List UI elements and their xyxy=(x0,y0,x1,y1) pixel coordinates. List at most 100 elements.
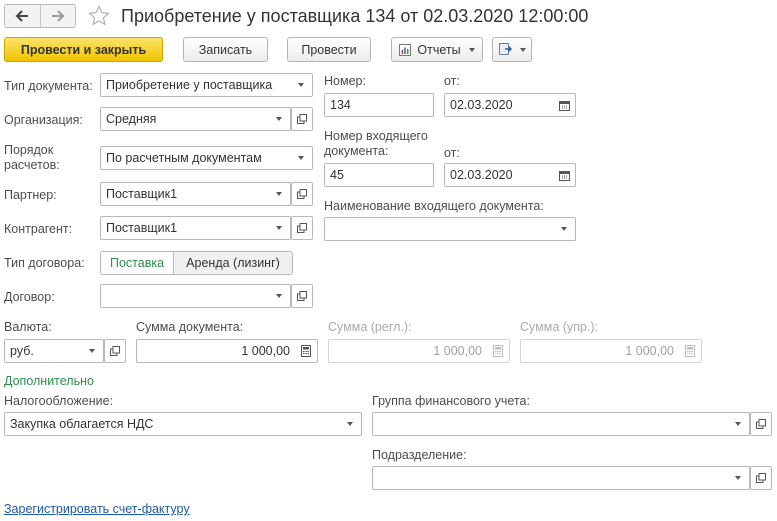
incoming-name-label: Наименование входящего документа: xyxy=(324,199,544,213)
calendar-button[interactable] xyxy=(553,164,575,186)
post-and-close-button[interactable]: Провести и закрыть xyxy=(4,37,163,62)
chevron-down-icon xyxy=(276,117,282,121)
settlement-label: Порядок расчетов: xyxy=(4,143,60,172)
department-label: Подразделение: xyxy=(372,448,467,462)
save-button[interactable]: Записать xyxy=(183,37,268,62)
incoming-name-field[interactable] xyxy=(324,217,576,241)
sum-upr-value: 1 000,00 xyxy=(625,344,674,358)
chevron-down-icon xyxy=(276,294,282,298)
calculator-button[interactable] xyxy=(295,340,317,362)
contract-type-option-supply[interactable]: Поставка xyxy=(101,252,174,274)
currency-field[interactable]: руб. xyxy=(4,339,104,363)
settlement-dropdown[interactable] xyxy=(290,147,312,169)
counterparty-field[interactable]: Поставщик1 xyxy=(100,216,291,240)
counterparty-label: Контрагент: xyxy=(4,222,73,236)
currency-value: руб. xyxy=(10,344,34,358)
incoming-name-dropdown[interactable] xyxy=(553,218,575,240)
doc-type-dropdown[interactable] xyxy=(290,74,312,96)
counterparty-dropdown[interactable] xyxy=(268,217,290,239)
taxation-value: Закупка облагается НДС xyxy=(10,417,154,431)
back-button[interactable] xyxy=(5,5,40,27)
partner-value: Поставщик1 xyxy=(106,187,178,201)
calendar-icon xyxy=(558,170,570,181)
currency-label: Валюта: xyxy=(4,320,52,334)
additional-section-title[interactable]: Дополнительно xyxy=(4,374,94,388)
doc-type-value: Приобретение у поставщика xyxy=(106,78,273,92)
contract-open-button[interactable] xyxy=(291,284,313,308)
department-open-button[interactable] xyxy=(750,466,772,490)
open-form-icon xyxy=(297,114,307,124)
calendar-button[interactable] xyxy=(553,94,575,116)
chevron-down-icon xyxy=(519,47,526,52)
organization-value: Средняя xyxy=(106,112,157,126)
doc-type-label: Тип документа: xyxy=(4,79,93,93)
contract-type-label: Тип договора: xyxy=(4,256,85,270)
counterparty-open-button[interactable] xyxy=(291,216,313,240)
reports-label: Отчеты xyxy=(417,42,461,57)
fin-group-open-button[interactable] xyxy=(750,412,772,436)
date-value: 02.03.2020 xyxy=(450,98,513,112)
department-field[interactable] xyxy=(372,466,750,490)
contract-type-toggle: Поставка Аренда (лизинг) xyxy=(100,251,293,275)
date-field[interactable]: 02.03.2020 xyxy=(444,93,576,117)
calculator-icon xyxy=(493,345,503,357)
contract-value xyxy=(101,285,268,307)
forward-button[interactable] xyxy=(39,5,76,27)
fin-group-value xyxy=(373,413,727,435)
department-value xyxy=(373,467,727,489)
contract-label: Договор: xyxy=(4,290,55,304)
sum-regl-value: 1 000,00 xyxy=(433,344,482,358)
department-dropdown[interactable] xyxy=(727,467,749,489)
documents-menu-button[interactable] xyxy=(492,37,532,62)
sum-upr-field: 1 000,00 xyxy=(520,339,702,363)
doc-sum-field[interactable]: 1 000,00 xyxy=(136,339,318,363)
favorite-button[interactable] xyxy=(88,5,110,30)
date-label: от: xyxy=(444,74,460,88)
contract-type-option-lease[interactable]: Аренда (лизинг) xyxy=(174,252,292,274)
doc-sum-value: 1 000,00 xyxy=(241,344,290,358)
partner-dropdown[interactable] xyxy=(268,183,290,205)
chevron-down-icon xyxy=(298,156,304,160)
number-field[interactable]: 134 xyxy=(324,93,434,117)
counterparty-value: Поставщик1 xyxy=(106,221,178,235)
doc-sum-label: Сумма документа: xyxy=(136,320,244,334)
star-icon xyxy=(88,5,110,26)
arrow-left-icon xyxy=(15,10,29,22)
contract-dropdown[interactable] xyxy=(268,285,290,307)
chevron-down-icon xyxy=(276,226,282,230)
calculator-icon xyxy=(685,345,695,357)
organization-open-button[interactable] xyxy=(291,107,313,131)
navigation-buttons xyxy=(4,4,76,28)
fin-group-field[interactable] xyxy=(372,412,750,436)
chevron-down-icon xyxy=(561,227,567,231)
incoming-number-field[interactable]: 45 xyxy=(324,163,434,187)
taxation-dropdown[interactable] xyxy=(339,413,361,435)
post-button[interactable]: Провести xyxy=(287,37,371,62)
incoming-date-field[interactable]: 02.03.2020 xyxy=(444,163,576,187)
currency-dropdown[interactable] xyxy=(81,340,103,362)
chevron-down-icon xyxy=(735,422,741,426)
organization-dropdown[interactable] xyxy=(268,108,290,130)
taxation-field[interactable]: Закупка облагается НДС xyxy=(4,412,362,436)
contract-field[interactable] xyxy=(100,284,291,308)
incoming-number-value: 45 xyxy=(330,168,344,182)
organization-field[interactable]: Средняя xyxy=(100,107,291,131)
sum-upr-label: Сумма (упр.): xyxy=(520,320,598,334)
chevron-down-icon xyxy=(276,192,282,196)
calculator-button xyxy=(679,340,701,362)
currency-open-button[interactable] xyxy=(104,339,126,363)
open-form-icon xyxy=(756,473,766,483)
doc-type-field[interactable]: Приобретение у поставщика xyxy=(100,73,313,97)
incoming-name-value xyxy=(325,218,553,240)
report-icon xyxy=(399,43,412,56)
partner-field[interactable]: Поставщик1 xyxy=(100,182,291,206)
sum-regl-label: Сумма (регл.): xyxy=(328,320,412,334)
partner-open-button[interactable] xyxy=(291,182,313,206)
register-invoice-link[interactable]: Зарегистрировать счет-фактуру xyxy=(4,502,190,516)
settlement-field[interactable]: По расчетным документам xyxy=(100,146,313,170)
chevron-down-icon xyxy=(298,83,304,87)
settlement-value: По расчетным документам xyxy=(106,151,262,165)
open-form-icon xyxy=(756,419,766,429)
reports-button[interactable]: Отчеты xyxy=(391,37,483,62)
fin-group-dropdown[interactable] xyxy=(727,413,749,435)
